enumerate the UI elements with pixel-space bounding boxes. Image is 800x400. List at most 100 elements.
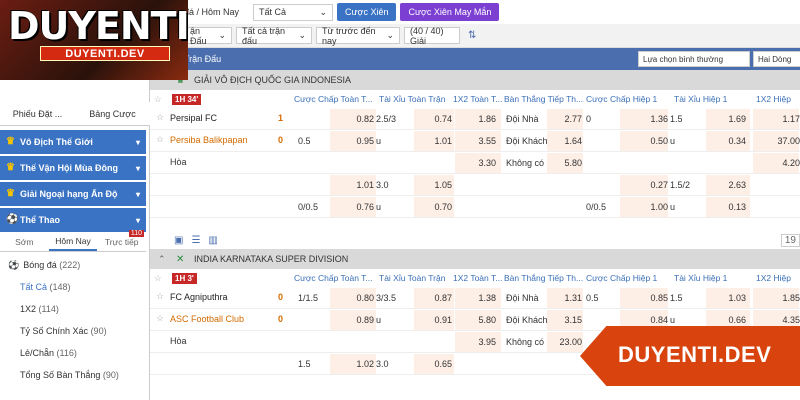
home-score: 0 [278, 292, 284, 302]
sidebar-item[interactable]: Lẻ/Chẵn (116) [0, 342, 146, 364]
refresh-icon[interactable]: ⇅ [468, 30, 476, 41]
odds-value[interactable]: 4.20 [764, 155, 800, 171]
all-matches-value: Tất cả trận đấu [242, 25, 286, 46]
sidebar-item-soccer[interactable]: ⚽ Bóng đá (222) [0, 254, 146, 276]
odds-value[interactable]: 0.27 [634, 177, 668, 193]
odds-value[interactable]: 1.17 [764, 111, 800, 127]
display-mode-value: Lựa chọn bình thường [643, 54, 724, 64]
odds-value[interactable]: 3.95 [466, 334, 496, 350]
tab-live[interactable]: Trực tiếp 110 [97, 230, 146, 251]
date-label: đá / Hôm Nay [184, 7, 240, 17]
stats-icon[interactable]: ▥ [208, 235, 217, 246]
odds-value[interactable]: 37.00 [764, 133, 800, 149]
line-value: 1/1.5 [298, 293, 319, 303]
odds-value[interactable]: 0.50 [634, 133, 668, 149]
odds-row: 0/0.5 0.76 u 0.70 0/0.5 1.00 u 0.13 [150, 196, 800, 218]
sidebar-group-world-cup[interactable]: ♛ Vô Địch Thế Giới ▾ [0, 130, 146, 154]
line-value: u [376, 202, 382, 212]
odds-value[interactable]: 0.85 [634, 290, 668, 306]
tab-early[interactable]: Sớm [0, 232, 49, 251]
group-label: Vô Địch Thế Giới [20, 137, 93, 147]
odds-value[interactable]: 1.00 [634, 199, 668, 215]
star-icon[interactable]: ☆ [156, 291, 164, 302]
line-value: 1.5 [298, 359, 311, 369]
sidebar-item[interactable]: Tổng Số Bàn Thắng (90) [0, 364, 146, 386]
odds-value[interactable]: 3.55 [466, 133, 496, 149]
odds-value[interactable]: 0.76 [344, 199, 374, 215]
odds-value[interactable]: 1.38 [466, 290, 496, 306]
more-bets-button[interactable]: 19 [780, 233, 800, 247]
soccer-ball-icon: ⚽ [8, 259, 20, 270]
line-value: 0 [586, 114, 592, 124]
odds-value[interactable]: 1.86 [466, 111, 496, 127]
tv-icon[interactable]: ▣ [174, 235, 183, 246]
odds-value[interactable]: 1.36 [634, 111, 668, 127]
all-matches-select[interactable]: Tất cả trận đấu ⌄ [236, 25, 312, 46]
odds-value[interactable]: 0.70 [422, 199, 452, 215]
sidebar-tabs: Phiếu Đặt ... Bảng Cược [0, 102, 150, 126]
star-icon[interactable]: ☆ [156, 112, 164, 123]
star-icon[interactable]: ☆ [154, 94, 162, 105]
match-filter-bar: ận Đấu ⌄ Tất cả trận đấu ⌄ Từ trước đến na… [150, 24, 800, 48]
odds-value[interactable]: 0.87 [422, 290, 452, 306]
odds-value[interactable]: 1.03 [716, 290, 746, 306]
odds-value[interactable]: 1.69 [716, 111, 746, 127]
display-mode-select[interactable]: Lựa chọn bình thường [638, 51, 750, 67]
sidebar-item-label: Tổng Số Bàn Thắng [20, 370, 101, 380]
odds-value[interactable]: 0.74 [422, 111, 452, 127]
odds-value[interactable]: 0.89 [344, 312, 374, 328]
tab-bet-slip[interactable]: Phiếu Đặt ... [0, 102, 75, 125]
odds-value[interactable]: 1.64 [554, 133, 582, 149]
sidebar-item-label: 1X2 [20, 304, 37, 314]
league-count-select[interactable]: (40 / 40) Giải [404, 26, 460, 46]
star-icon[interactable]: ☆ [156, 313, 164, 324]
away-score: 0 [278, 314, 284, 324]
odds-value[interactable]: 5.80 [554, 155, 582, 171]
tab-today[interactable]: Hôm Nay [48, 232, 98, 251]
sidebar-item[interactable]: 1X2 (114) [0, 298, 146, 320]
view-mode-select[interactable]: Hai Dòng [753, 51, 800, 67]
time-range-select[interactable]: Từ trước đến nay ⌄ [316, 26, 400, 46]
list-icon[interactable]: ☰ [191, 235, 200, 246]
sidebar-group-winter-olympics[interactable]: ♛ Thế Vận Hội Mùa Đông ▾ [0, 156, 146, 180]
col-1x2-h1: 1X2 Hiệp [756, 273, 791, 283]
sidebar-item[interactable]: Tỷ Số Chính Xác (90) [0, 320, 146, 342]
away-team-name: ASC Football Club [170, 314, 245, 324]
odds-value[interactable]: 23.00 [554, 334, 582, 350]
odds-value[interactable]: 5.80 [466, 312, 496, 328]
market-filter-select[interactable]: Tất Cả ⌄ [253, 3, 334, 21]
odds-value[interactable]: 3.30 [466, 155, 496, 171]
sidebar-item[interactable]: Tất Cả (148) [0, 276, 146, 298]
odds-value[interactable]: 2.77 [554, 111, 582, 127]
odds-value[interactable]: 1.31 [554, 290, 582, 306]
league-header[interactable]: ⌃ ♛ GIẢI VÔ ĐỊCH QUỐC GIA INDONESIA [150, 70, 800, 90]
chevron-down-icon: ⌄ [319, 6, 328, 17]
star-icon[interactable]: ☆ [154, 273, 162, 284]
odds-value[interactable]: 1.01 [422, 133, 452, 149]
collapse-icon[interactable]: ⌃ [158, 254, 172, 265]
odds-value[interactable]: 1.01 [344, 177, 374, 193]
star-icon[interactable]: ☆ [156, 134, 164, 145]
odds-value[interactable]: 1.05 [422, 177, 452, 193]
line-value: Đội Nhà [506, 293, 539, 303]
odds-value[interactable]: 0.95 [344, 133, 374, 149]
sidebar-group-indian-premier[interactable]: ♛ Giải Ngoại hạng Ấn Độ ▾ [0, 182, 146, 206]
odds-value[interactable]: 0.80 [344, 290, 374, 306]
odds-value[interactable]: 0.91 [422, 312, 452, 328]
odds-value[interactable]: 3.15 [554, 312, 582, 328]
sidebar-group-sports[interactable]: ⚽ Thể Thao ▾ [0, 208, 146, 232]
league-header[interactable]: ⌃ ✕ INDIA KARNATAKA SUPER DIVISION [150, 249, 800, 269]
home-team-name: FC Agniputhra [170, 292, 228, 302]
odds-value[interactable]: 1.02 [344, 356, 374, 372]
match-type-select[interactable]: ận Đấu ⌄ [184, 26, 232, 46]
odds-value[interactable]: 0.34 [716, 133, 746, 149]
odds-value[interactable]: 1.85 [764, 290, 800, 306]
match-tools-row: ▣ ☰ ▥ 19 [150, 232, 800, 248]
odds-value[interactable]: 0.13 [716, 199, 746, 215]
lucky-parlay-button[interactable]: Cược Xiên May Mắn [400, 3, 500, 21]
odds-value[interactable]: 2.63 [716, 177, 746, 193]
parlay-button[interactable]: Cược Xiên [337, 3, 397, 21]
odds-value[interactable]: 0.82 [344, 111, 374, 127]
tab-bet-list[interactable]: Bảng Cược [75, 102, 150, 125]
odds-value[interactable]: 0.65 [422, 356, 452, 372]
